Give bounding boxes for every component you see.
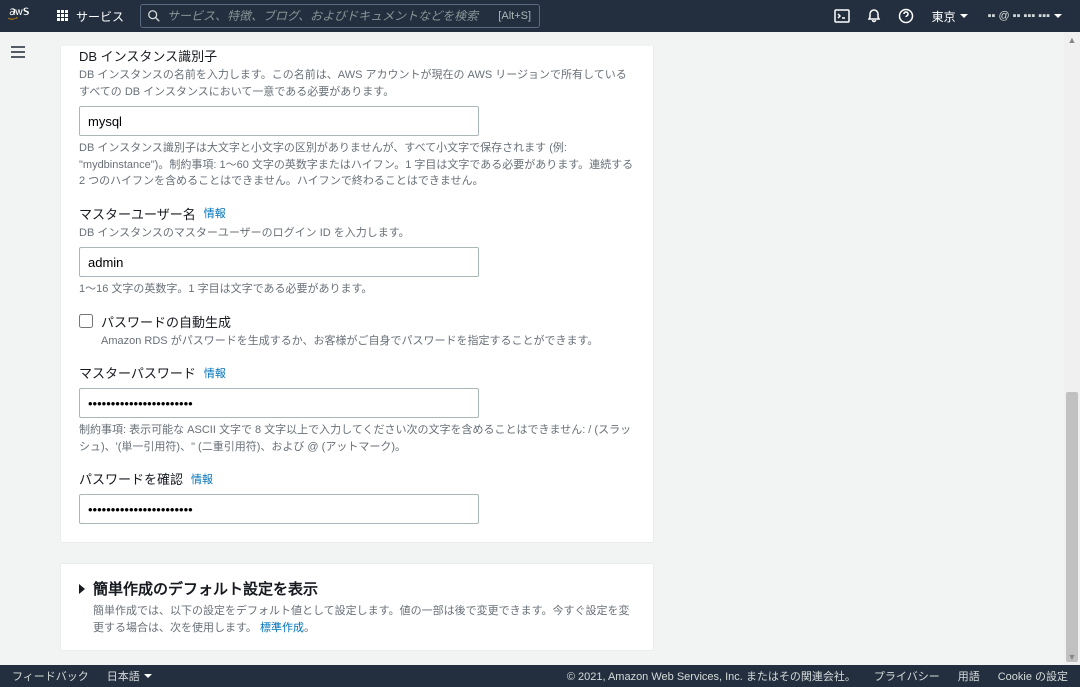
notifications-button[interactable] bbox=[858, 0, 890, 32]
aws-logo bbox=[8, 7, 38, 25]
auto-gen-password-desc: Amazon RDS がパスワードを生成するか、お客様がご自身でパスワードを指定… bbox=[101, 333, 635, 350]
hamburger-icon bbox=[11, 51, 25, 53]
master-password-input[interactable] bbox=[79, 388, 479, 418]
db-identifier-label: DB インスタンス識別子 bbox=[79, 46, 635, 65]
master-username-desc: DB インスタンスのマスターユーザーのログイン ID を入力します。 bbox=[79, 225, 635, 242]
main-content: DB インスタンス識別子 DB インスタンスの名前を入力します。この名前は、AW… bbox=[36, 32, 1064, 665]
services-label: サービス bbox=[76, 8, 124, 25]
master-username-label: マスターユーザー名 bbox=[79, 204, 196, 223]
caret-right-icon bbox=[79, 584, 85, 594]
easy-create-defaults-title: 簡単作成のデフォルト設定を表示 bbox=[93, 578, 318, 599]
bell-icon bbox=[866, 8, 882, 24]
language-selector[interactable]: 日本語 bbox=[107, 668, 152, 684]
grid-icon bbox=[56, 9, 70, 23]
scrollbar-thumb[interactable] bbox=[1066, 392, 1078, 662]
cloudshell-button[interactable] bbox=[826, 0, 858, 32]
scroll-up-arrow[interactable]: ▲ bbox=[1064, 32, 1080, 48]
account-label: ▪▪ @ ▪▪ ▪▪▪ ▪▪▪ bbox=[988, 10, 1050, 22]
terms-link[interactable]: 用語 bbox=[958, 668, 980, 684]
caret-down-icon bbox=[144, 674, 152, 678]
scroll-down-arrow[interactable]: ▼ bbox=[1064, 649, 1080, 665]
search-input[interactable] bbox=[167, 9, 490, 23]
master-username-help: 1〜16 文字の英数字。1 字目は文字である必要があります。 bbox=[79, 281, 635, 298]
search-shortcut: [Alt+S] bbox=[498, 10, 531, 22]
master-username-group: マスターユーザー名 情報 DB インスタンスのマスターユーザーのログイン ID … bbox=[79, 204, 635, 298]
info-link[interactable]: 情報 bbox=[204, 205, 226, 221]
footer: フィードバック 日本語 © 2021, Amazon Web Services,… bbox=[0, 665, 1080, 687]
db-identifier-group: DB インスタンス識別子 DB インスタンスの名前を入力します。この名前は、AW… bbox=[79, 46, 635, 190]
db-identifier-help: DB インスタンス識別子は大文字と小文字の区別がありませんが、すべて小文字で保存… bbox=[79, 140, 635, 190]
region-selector[interactable]: 東京 bbox=[922, 8, 978, 25]
info-link[interactable]: 情報 bbox=[191, 471, 213, 487]
db-identifier-input[interactable] bbox=[79, 106, 479, 136]
master-password-group: マスターパスワード 情報 制約事項: 表示可能な ASCII 文字で 8 文字以… bbox=[79, 363, 635, 455]
services-menu[interactable]: サービス bbox=[48, 8, 132, 25]
confirm-password-group: パスワードを確認 情報 bbox=[79, 469, 635, 524]
cookie-link[interactable]: Cookie の設定 bbox=[998, 668, 1068, 684]
master-password-help: 制約事項: 表示可能な ASCII 文字で 8 文字以上で入力してください次の文… bbox=[79, 422, 635, 455]
db-identifier-desc: DB インスタンスの名前を入力します。この名前は、AWS アカウントが現在の A… bbox=[79, 67, 635, 100]
account-menu[interactable]: ▪▪ @ ▪▪ ▪▪▪ ▪▪▪ bbox=[978, 10, 1072, 22]
help-icon bbox=[898, 8, 914, 24]
global-search[interactable]: [Alt+S] bbox=[140, 4, 540, 28]
top-nav: サービス [Alt+S] 東京 ▪▪ @ ▪▪ ▪▪▪ ▪▪▪ bbox=[0, 0, 1080, 32]
auto-gen-password-group: パスワードの自動生成 Amazon RDS がパスワードを生成するか、お客様がご… bbox=[79, 312, 635, 350]
region-label: 東京 bbox=[932, 8, 956, 25]
sidebar-toggle[interactable] bbox=[6, 40, 30, 64]
scrollbar-track[interactable]: ▲ ▼ bbox=[1064, 32, 1080, 665]
info-link[interactable]: 情報 bbox=[204, 365, 226, 381]
caret-down-icon bbox=[960, 14, 968, 18]
copyright-text: © 2021, Amazon Web Services, Inc. またはその関… bbox=[567, 668, 856, 684]
cloudshell-icon bbox=[834, 8, 850, 24]
master-username-input[interactable] bbox=[79, 247, 479, 277]
easy-create-defaults-panel: 簡単作成のデフォルト設定を表示 簡単作成では、以下の設定をデフォルト値として設定… bbox=[60, 563, 654, 651]
standard-create-link[interactable]: 標準作成 bbox=[260, 622, 304, 634]
settings-panel: DB インスタンス識別子 DB インスタンスの名前を入力します。この名前は、AW… bbox=[60, 46, 654, 543]
feedback-link[interactable]: フィードバック bbox=[12, 668, 89, 684]
help-button[interactable] bbox=[890, 0, 922, 32]
easy-create-defaults-desc: 簡単作成では、以下の設定をデフォルト値として設定します。値の一部は後で変更できま… bbox=[93, 603, 635, 636]
confirm-password-label: パスワードを確認 bbox=[79, 469, 183, 488]
language-label: 日本語 bbox=[107, 668, 140, 684]
easy-create-defaults-toggle[interactable]: 簡単作成のデフォルト設定を表示 bbox=[79, 578, 635, 599]
search-icon bbox=[147, 9, 161, 23]
confirm-password-input[interactable] bbox=[79, 494, 479, 524]
master-password-label: マスターパスワード bbox=[79, 363, 196, 382]
caret-down-icon bbox=[1054, 14, 1062, 18]
privacy-link[interactable]: プライバシー bbox=[874, 668, 940, 684]
auto-gen-password-checkbox[interactable] bbox=[79, 314, 93, 328]
auto-gen-password-label: パスワードの自動生成 bbox=[101, 312, 635, 331]
